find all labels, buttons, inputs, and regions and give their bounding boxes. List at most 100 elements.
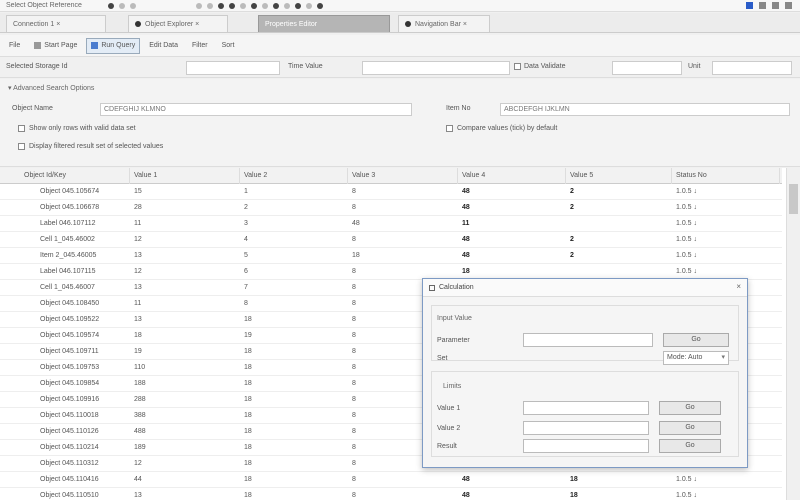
tab-object-explorer[interactable]: Object Explorer ×: [128, 15, 228, 32]
close-window-icon[interactable]: [785, 2, 792, 9]
undo-icon[interactable]: [317, 2, 323, 9]
table-cell: 3: [244, 220, 248, 227]
record-icon[interactable]: [108, 2, 114, 9]
button-label: Edit Data: [149, 42, 179, 49]
column-header[interactable]: Value 2: [240, 168, 348, 184]
table-cell: 18: [244, 396, 252, 403]
table-cell: 19: [244, 332, 252, 339]
storage-id-input[interactable]: [186, 61, 280, 75]
maximize-icon[interactable]: [772, 2, 779, 9]
search-options-group: ▾ Advanced Search Options Object Name CD…: [0, 79, 800, 167]
forward-icon[interactable]: [207, 2, 213, 9]
stop-icon[interactable]: [229, 2, 235, 9]
table-cell: 11: [134, 220, 142, 227]
parameter-go-button[interactable]: Go: [663, 333, 729, 347]
column-header[interactable]: Value 5: [566, 168, 672, 184]
tab-properties-editor[interactable]: Properties Editor: [258, 15, 390, 32]
column-header[interactable]: Status No: [672, 168, 780, 184]
parameter-input[interactable]: [523, 333, 653, 347]
sort-button[interactable]: Sort: [217, 38, 240, 54]
validate-input[interactable]: [612, 61, 682, 75]
table-row[interactable]: Object 045.105674 15 1 8 48 2 1.0.5 ↓: [0, 184, 782, 200]
table-row[interactable]: Object 045.106678 28 2 8 48 2 1.0.5 ↓: [0, 200, 782, 216]
table-cell: 288: [134, 396, 146, 403]
filtered-result-option[interactable]: Display filtered result set of selected …: [18, 143, 163, 150]
table-cell: 18: [570, 492, 578, 499]
item-no-input[interactable]: ABCDEFGH IJKLMN: [500, 103, 790, 116]
compare-values-checkbox[interactable]: [446, 125, 453, 132]
table-cell: 2: [570, 236, 574, 243]
column-header[interactable]: Value 4: [458, 168, 566, 184]
open-icon[interactable]: [262, 2, 268, 9]
group-header[interactable]: ▾ Advanced Search Options: [8, 84, 94, 92]
edit-data-button[interactable]: Edit Data: [144, 38, 183, 54]
valid-data-checkbox[interactable]: [18, 125, 25, 132]
column-header[interactable]: Value 1: [130, 168, 240, 184]
table-row[interactable]: Object 045.110416 44 18 8 48 18 1.0.5 ↓: [0, 472, 782, 488]
unit-input[interactable]: [712, 61, 792, 75]
debug-icon[interactable]: [251, 2, 257, 9]
table-cell: 11: [462, 220, 470, 227]
table-row[interactable]: Cell 1_045.46002 12 4 8 48 2 1.0.5 ↓: [0, 232, 782, 248]
run-query-button[interactable]: Run Query: [86, 37, 141, 54]
data-validate-option[interactable]: Data Validate: [514, 63, 566, 70]
filtered-result-checkbox[interactable]: [18, 143, 25, 150]
minimize-icon[interactable]: [759, 2, 766, 9]
copy-icon[interactable]: [295, 2, 301, 9]
print-icon[interactable]: [273, 2, 279, 9]
table-cell: 110: [134, 364, 146, 371]
data-validate-checkbox[interactable]: [514, 63, 521, 70]
scrollbar-thumb[interactable]: [789, 184, 798, 214]
time-value-input[interactable]: [362, 61, 510, 75]
title-bar: Select Object Reference: [0, 0, 800, 12]
table-row[interactable]: Item 2_045.46005 13 5 18 48 2 1.0.5 ↓: [0, 248, 782, 264]
app-title: Select Object Reference: [6, 2, 82, 9]
tab-dot-icon: [405, 21, 411, 27]
table-row[interactable]: Object 045.110510 13 18 8 48 18 1.0.5 ↓: [0, 488, 782, 500]
value2-input[interactable]: [523, 421, 649, 435]
tab-navigation-bar[interactable]: Navigation Bar ×: [398, 15, 490, 32]
table-cell: 48: [462, 236, 470, 243]
table-cell: 1: [244, 188, 248, 195]
table-row[interactable]: Label 046.107112 11 3 48 11 1.0.5 ↓: [0, 216, 782, 232]
value2-go-button[interactable]: Go: [659, 421, 721, 435]
cut-icon[interactable]: [284, 2, 290, 9]
result-input[interactable]: [523, 439, 649, 453]
table-cell: 11: [134, 300, 142, 307]
start-page-button[interactable]: Start Page: [29, 38, 82, 54]
back-icon[interactable]: [196, 2, 202, 9]
table-cell: 189: [134, 444, 146, 451]
column-header[interactable]: Object Id/Key: [20, 168, 130, 184]
save-icon[interactable]: [240, 2, 246, 9]
object-name-input[interactable]: CDEFGHIJ KLMNO: [100, 103, 412, 116]
table-cell: 18: [244, 460, 252, 467]
valid-data-option[interactable]: Show only rows with valid data set: [18, 125, 136, 132]
table-cell: 1.0.5 ↓: [676, 252, 698, 259]
result-go-button[interactable]: Go: [659, 439, 721, 453]
storage-id-label: Selected Storage Id: [6, 63, 68, 70]
file-button[interactable]: File: [4, 38, 25, 54]
close-icon[interactable]: ×: [736, 282, 741, 291]
vertical-scrollbar[interactable]: [786, 168, 800, 500]
run-icon[interactable]: [218, 2, 224, 9]
table-cell: 18: [244, 348, 252, 355]
paste-icon[interactable]: [306, 2, 312, 9]
table-cell: 18: [244, 492, 252, 499]
tab-label: Object Explorer ×: [145, 20, 200, 28]
table-cell: [566, 216, 672, 232]
refresh-icon[interactable]: [130, 2, 136, 9]
table-cell: 1.0.5 ↓: [676, 236, 698, 243]
compare-values-label: Compare values (tick) by default: [457, 125, 558, 132]
compare-values-option[interactable]: Compare values (tick) by default: [446, 125, 557, 132]
value1-input[interactable]: [523, 401, 649, 415]
table-cell: 18: [244, 316, 252, 323]
filter-button[interactable]: Filter: [187, 38, 213, 54]
table-cell: 13: [134, 284, 142, 291]
tab-connection[interactable]: Connection 1 ×: [6, 15, 106, 32]
user-icon[interactable]: [746, 2, 753, 9]
value1-go-button[interactable]: Go: [659, 401, 721, 415]
settings-icon[interactable]: [119, 2, 125, 9]
mode-select[interactable]: Mode: Auto ▾: [663, 351, 729, 365]
table-cell: 8: [352, 236, 356, 243]
column-header[interactable]: Value 3: [348, 168, 458, 184]
